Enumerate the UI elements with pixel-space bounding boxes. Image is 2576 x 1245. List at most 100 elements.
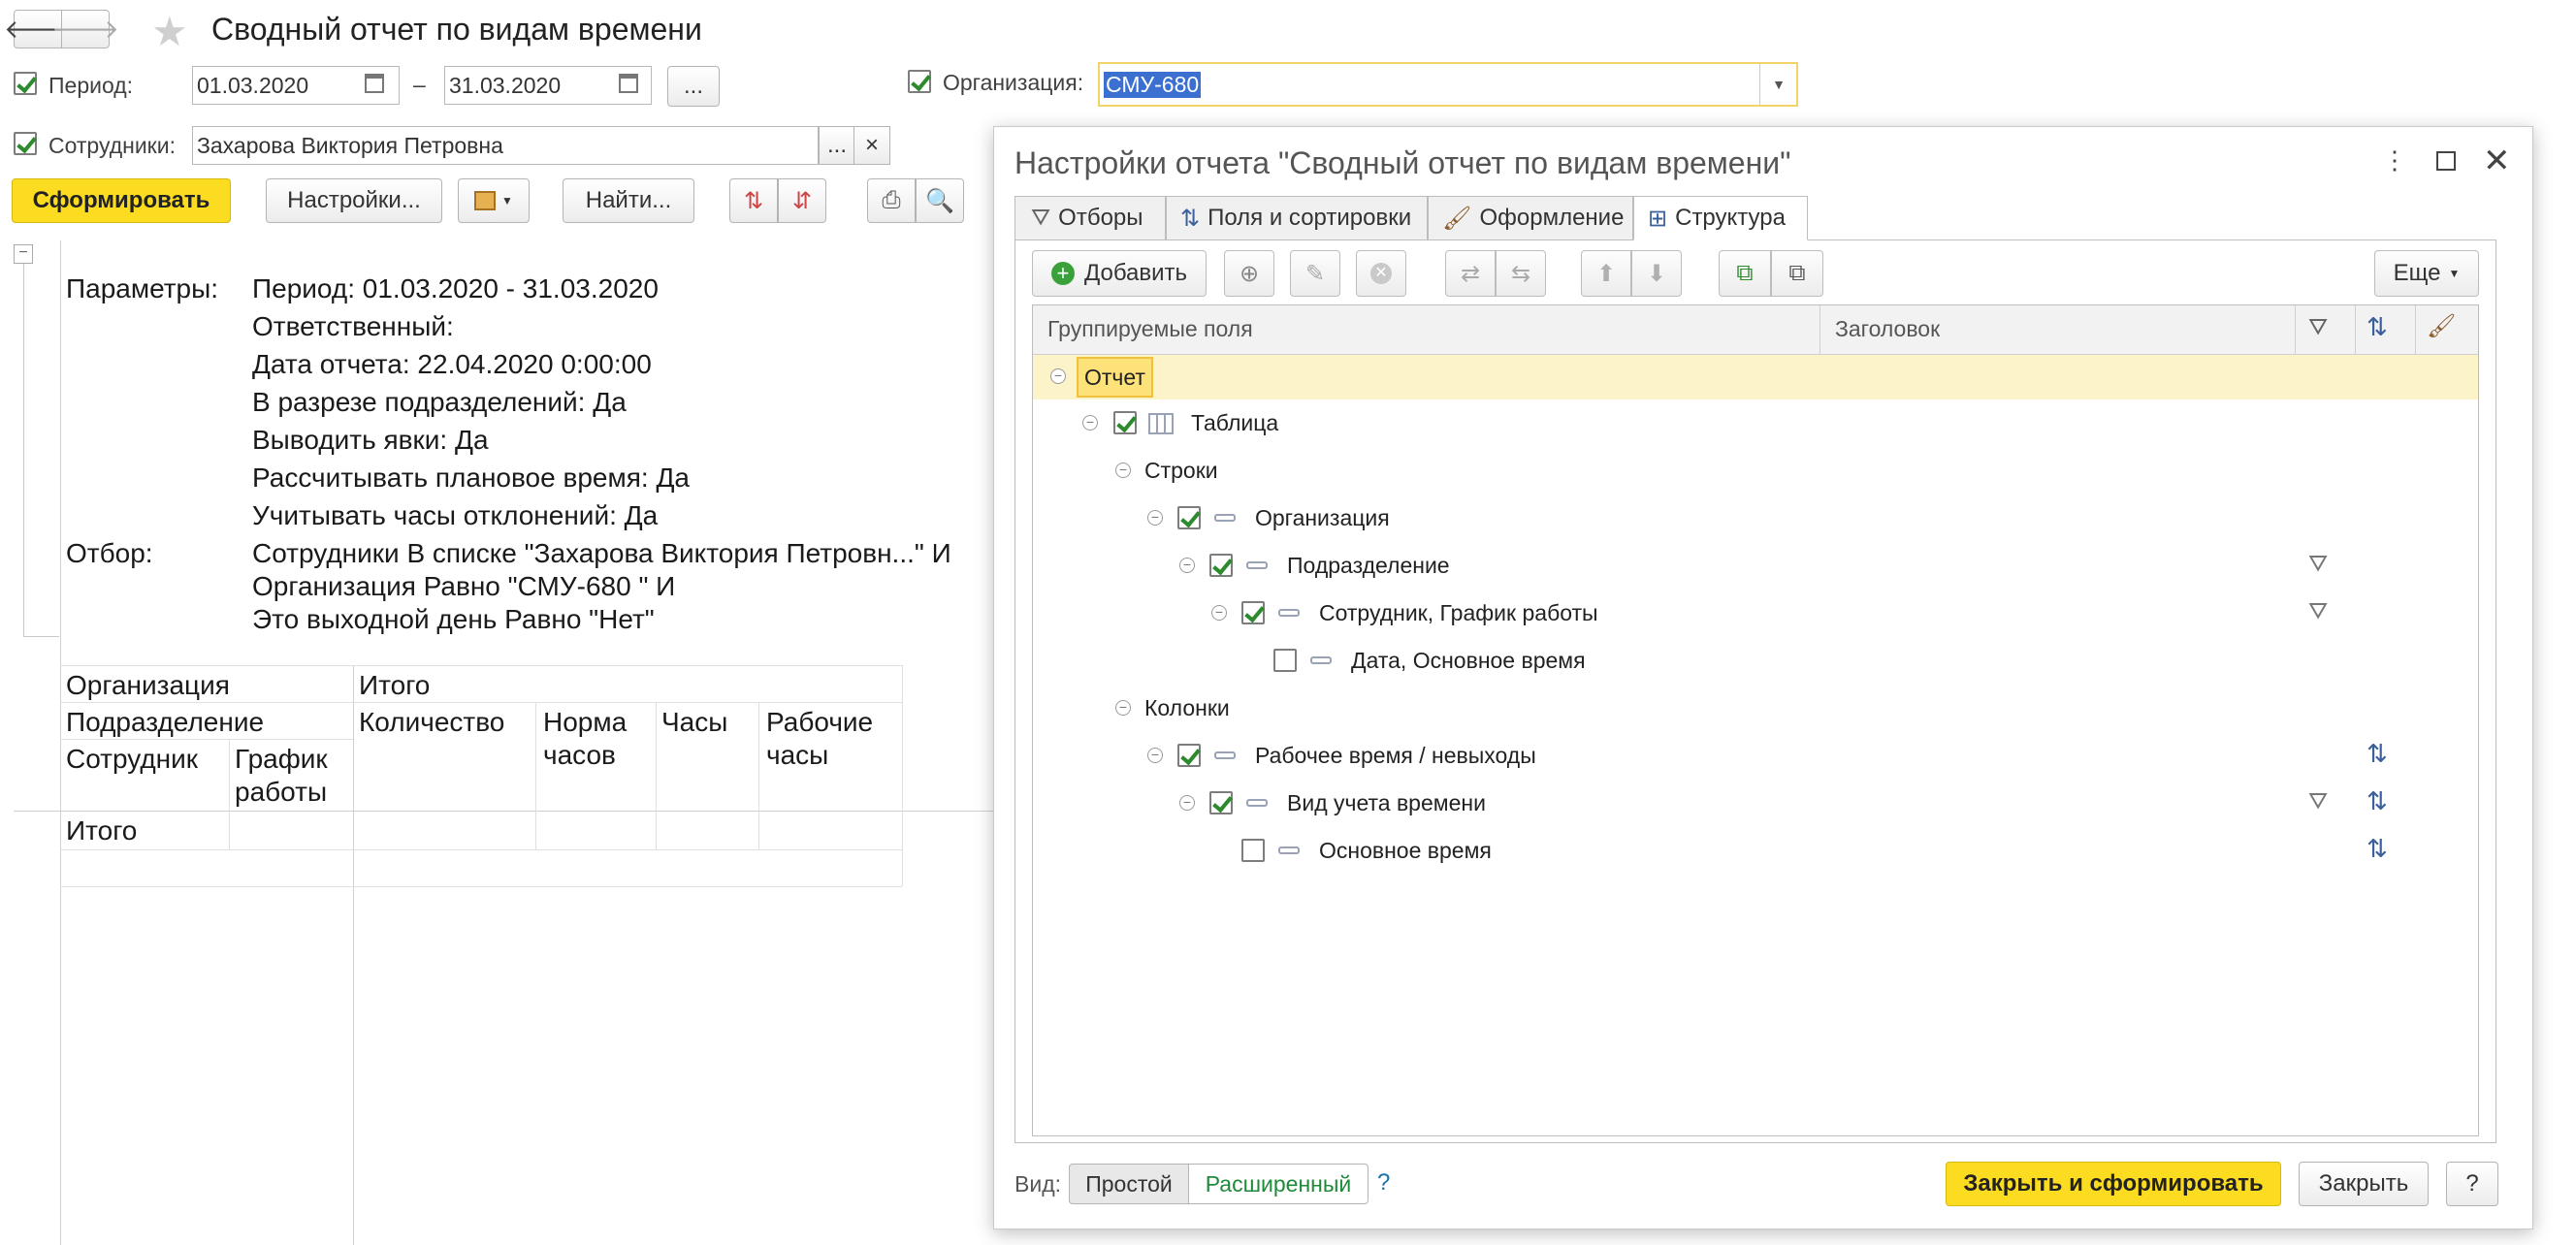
organization-checkbox[interactable] [908, 70, 931, 93]
collapse-toggle[interactable]: − [1211, 605, 1227, 621]
tab-filters[interactable]: ⛛ Отборы [1014, 196, 1166, 240]
view-help-link[interactable]: ? [1377, 1169, 1390, 1197]
dialog-more-actions-icon[interactable]: ⋮ [2382, 145, 2407, 176]
row-sort-icon[interactable]: ⇅ [2367, 834, 2388, 864]
column-header-title[interactable]: Заголовок [1835, 316, 1940, 342]
tree-item-table[interactable]: Таблица [1191, 410, 1278, 436]
collapse-toggle[interactable]: − [1115, 700, 1131, 716]
settings-button[interactable]: Настройки... [266, 178, 442, 223]
collapse-toggle[interactable]: − [1147, 510, 1163, 526]
table-icon [1148, 413, 1174, 434]
find-button[interactable]: Найти... [563, 178, 694, 223]
generate-button[interactable]: Сформировать [12, 178, 231, 223]
variant-menu-button[interactable]: ▼ [458, 178, 530, 223]
column-header-fields[interactable]: Группируемые поля [1047, 316, 1253, 342]
worktime-group-checkbox[interactable] [1177, 744, 1201, 767]
move-up-button[interactable]: ⬆ [1581, 250, 1631, 297]
column-header-filter-icon[interactable]: ⛛ [2308, 314, 2328, 341]
collapse-toggle[interactable]: − [1147, 748, 1163, 763]
column-header-appearance-icon[interactable]: 🖌 [2427, 312, 2456, 340]
row-filter-icon[interactable]: ⛛ [2308, 788, 2328, 815]
more-button[interactable]: Еще ▼ [2374, 250, 2479, 297]
tree-item-department[interactable]: Подразделение [1287, 553, 1450, 579]
column-header-sort-icon[interactable]: ⇅ [2367, 312, 2388, 342]
forward-button[interactable]: 🡒 [51, 10, 119, 48]
calendar-icon[interactable] [365, 74, 384, 93]
close-icon[interactable]: ✕ [2483, 142, 2511, 180]
header-divider [2295, 305, 2296, 354]
filter-line: Организация Равно "СМУ-680 " И [252, 571, 676, 601]
row-sort-icon[interactable]: ⇅ [2367, 786, 2388, 816]
tree-item-timetype[interactable]: Вид учета времени [1287, 790, 1486, 816]
collapse-toggle[interactable]: − [1082, 415, 1098, 431]
organization-group-checkbox[interactable] [1177, 506, 1201, 529]
add-group-button[interactable]: ⊕ [1224, 250, 1274, 297]
uncheck-all-button[interactable]: ⧉ [1771, 250, 1823, 297]
calendar-icon[interactable] [619, 74, 638, 93]
sort-asc-button[interactable]: ⇅ [729, 178, 778, 223]
move-into-group-icon: ⇄ [1460, 260, 1481, 287]
view-extended-button[interactable]: Расширенный [1188, 1164, 1368, 1204]
report-variant-icon [474, 191, 497, 210]
arrow-right-icon: 🡒 [51, 14, 119, 44]
period-select-button[interactable]: ... [667, 66, 720, 107]
report-table-bottom [60, 886, 902, 887]
close-button[interactable]: Закрыть [2299, 1162, 2429, 1206]
table-header-total: Итого [359, 670, 431, 700]
tree-item-maintime[interactable]: Основное время [1319, 838, 1492, 864]
collapse-toggle[interactable]: − [1050, 368, 1066, 384]
favorite-star-icon[interactable]: ★ [151, 8, 188, 55]
employees-checkbox[interactable] [14, 132, 37, 155]
param-line: Дата отчета: 22.04.2020 0:00:00 [252, 349, 652, 379]
row-sort-icon[interactable]: ⇅ [2367, 739, 2388, 769]
collapse-toggle[interactable]: − [1179, 795, 1195, 811]
help-button[interactable]: ? [2446, 1162, 2498, 1206]
check-all-icon: ⧉ [1736, 260, 1754, 286]
sort-desc-button[interactable]: ⇵ [778, 178, 826, 223]
dropdown-chevron-icon[interactable]: ▼ [1759, 64, 1797, 105]
employees-input[interactable]: Захарова Виктория Петровна [192, 126, 819, 165]
delete-button[interactable]: ✕ [1356, 250, 1406, 297]
tree-item-columns[interactable]: Колонки [1144, 695, 1230, 721]
add-button[interactable]: + Добавить [1032, 250, 1207, 297]
maximize-icon[interactable] [2436, 151, 2456, 171]
tab-fields-sorting[interactable]: ⇅ Поля и сортировки [1166, 196, 1428, 240]
tree-item-worktime[interactable]: Рабочее время / невыходы [1255, 743, 1536, 769]
edit-button[interactable]: ✎ [1290, 250, 1340, 297]
close-and-generate-button[interactable]: Закрыть и сформировать [1946, 1162, 2281, 1206]
table-header-employee: Сотрудник [66, 744, 199, 774]
row-filter-icon[interactable]: ⛛ [2308, 598, 2328, 625]
collapse-toggle[interactable]: − [1115, 463, 1131, 478]
tree-item-report[interactable]: Отчет [1077, 357, 1153, 398]
table-checkbox[interactable] [1113, 411, 1137, 434]
preview-button[interactable]: 🔍 [916, 178, 964, 223]
tab-appearance[interactable]: 🖌 Оформление [1428, 196, 1633, 240]
period-checkbox[interactable] [14, 72, 37, 95]
move-in-button[interactable]: ⇄ [1445, 250, 1496, 297]
tree-item-employee-schedule[interactable]: Сотрудник, График работы [1319, 600, 1598, 626]
tree-item-rows[interactable]: Строки [1144, 458, 1218, 484]
tree-item-date-maintime[interactable]: Дата, Основное время [1351, 648, 1586, 674]
collapse-toggle[interactable]: − [1179, 558, 1195, 573]
timetype-group-checkbox[interactable] [1209, 791, 1233, 814]
group-collapse-toggle[interactable]: − [14, 244, 33, 264]
view-simple-button[interactable]: Простой [1069, 1164, 1189, 1204]
maintime-group-checkbox[interactable] [1241, 839, 1265, 862]
row-filter-icon[interactable]: ⛛ [2308, 551, 2328, 578]
department-group-checkbox[interactable] [1209, 554, 1233, 577]
grouping-icon [1310, 656, 1332, 664]
check-all-button[interactable]: ⧉ [1719, 250, 1771, 297]
period-dash: – [413, 72, 426, 97]
tree-row-report[interactable] [1033, 355, 2478, 399]
move-out-button[interactable]: ⇆ [1496, 250, 1546, 297]
tree-item-organization[interactable]: Организация [1255, 505, 1390, 531]
move-down-button[interactable]: ⬇ [1631, 250, 1682, 297]
organization-select[interactable]: СМУ-680 [1098, 62, 1798, 107]
table-header-norm-hours: Норма часов [543, 707, 628, 770]
tab-structure[interactable]: ⊞ Структура [1633, 196, 1808, 240]
print-button[interactable]: ⎙ [867, 178, 916, 223]
employee-group-checkbox[interactable] [1241, 601, 1265, 624]
employees-clear-button[interactable]: × [853, 126, 890, 165]
date-group-checkbox[interactable] [1273, 649, 1297, 672]
employees-select-button[interactable]: ... [819, 126, 855, 165]
